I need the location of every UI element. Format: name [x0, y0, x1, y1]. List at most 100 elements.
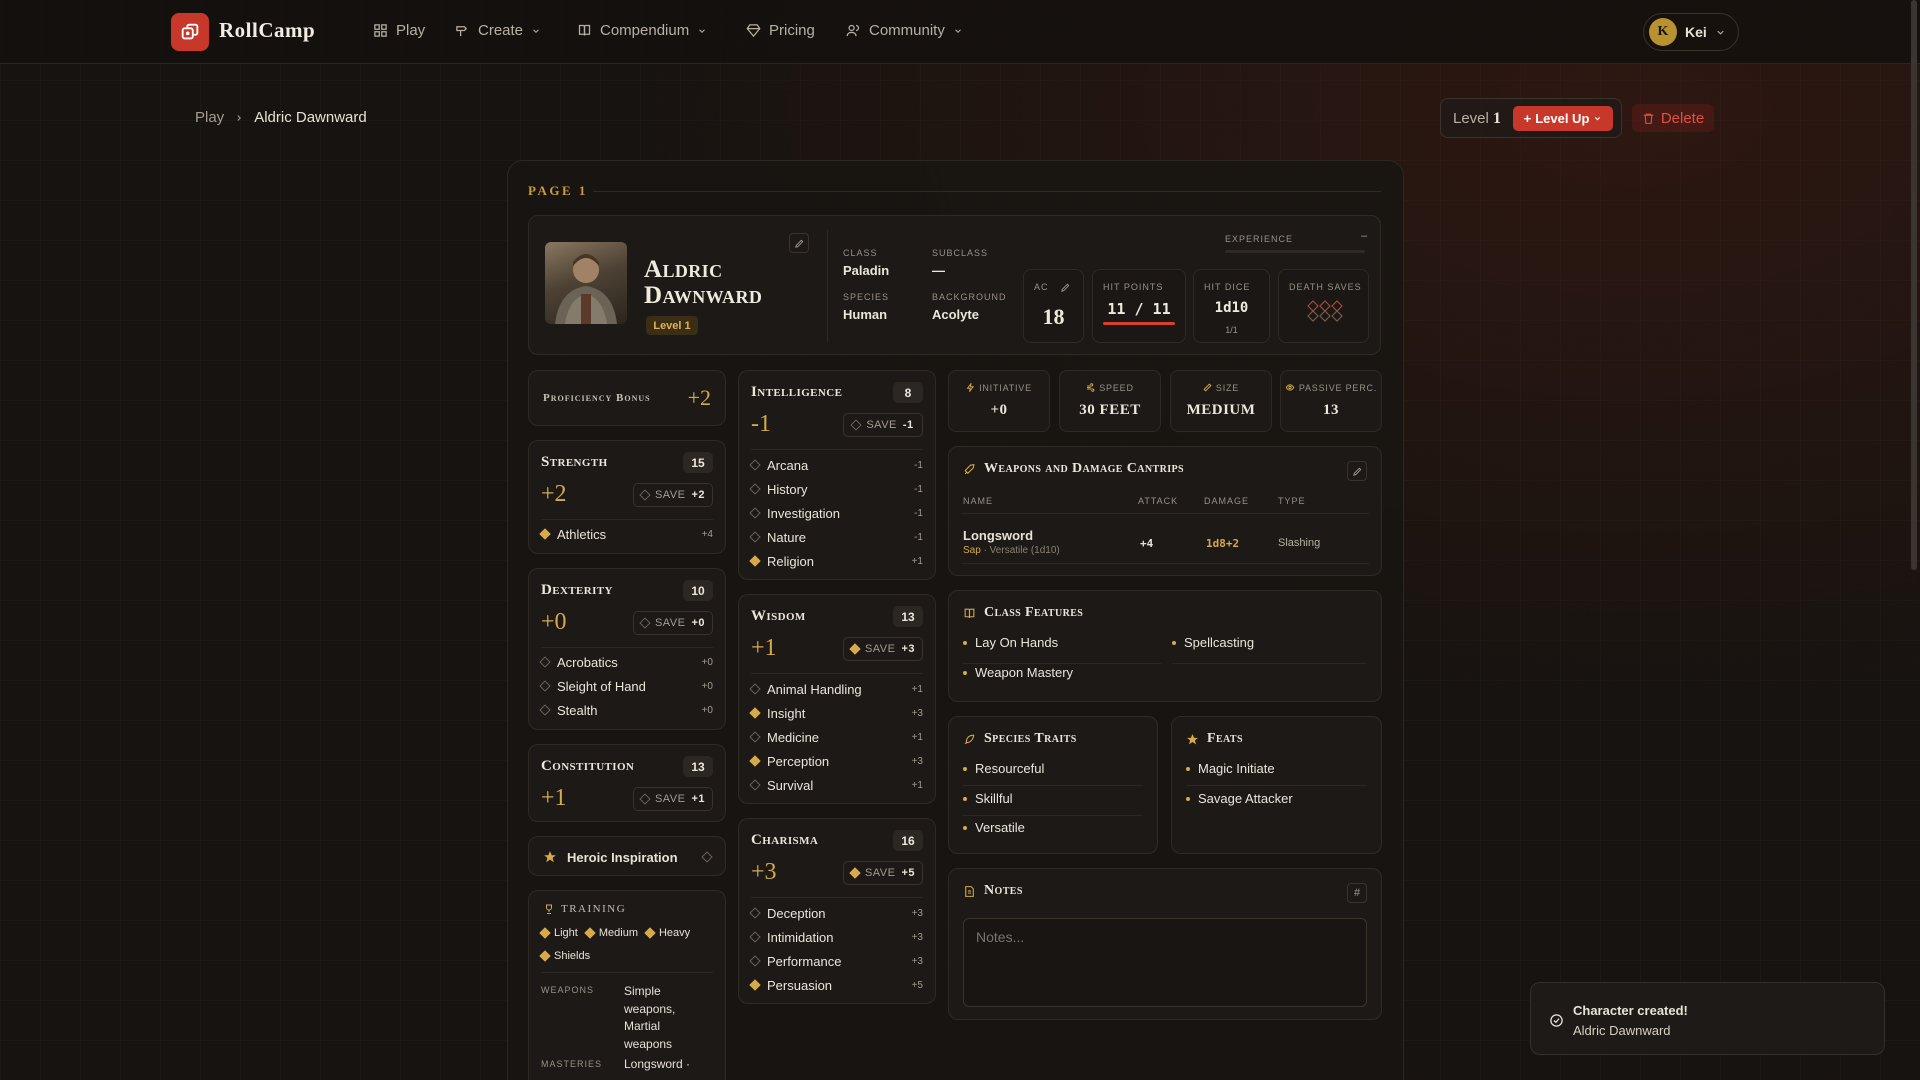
skill-insight[interactable]: Insight +3 [749, 703, 923, 723]
diamond-icon [584, 927, 596, 939]
skill-athletics[interactable]: Athletics +4 [539, 524, 713, 544]
wind-icon [1087, 383, 1095, 392]
level-label: Level 1 [1453, 110, 1501, 128]
speed-stat[interactable]: SPEED 30 FEET [1059, 370, 1161, 432]
save-toggle[interactable]: SAVE +1 [633, 787, 713, 811]
skill-religion[interactable]: Religion +1 [749, 551, 923, 571]
nav-play[interactable]: Play [373, 22, 425, 39]
diamond-icon [639, 617, 651, 629]
diamond-icon [749, 707, 761, 719]
skill-deception[interactable]: Deception +3 [749, 903, 923, 923]
death-saves-box[interactable]: DEATH SAVES [1278, 269, 1369, 343]
save-toggle[interactable]: SAVE +3 [843, 637, 923, 661]
skill-history[interactable]: History -1 [749, 479, 923, 499]
breadcrumb-play[interactable]: Play [195, 109, 224, 126]
diamond-icon [749, 755, 761, 767]
trait-versatile[interactable]: Versatile [963, 820, 1025, 835]
skill-survival[interactable]: Survival +1 [749, 775, 923, 795]
save-toggle[interactable]: SAVE +2 [633, 483, 713, 507]
skill-performance[interactable]: Performance +3 [749, 951, 923, 971]
skill-value: +3 [911, 755, 923, 767]
brand-name[interactable]: RollCamp [219, 18, 315, 43]
save-label: SAVE [864, 867, 896, 879]
feature-lay-on-hands[interactable]: Lay On Hands [963, 635, 1058, 650]
nav-compendium[interactable]: Compendium [577, 22, 707, 39]
experience-bar [1225, 250, 1365, 253]
weapon-proficiencies: Simple weapons, Martial weapons [624, 983, 675, 1053]
notes-title-text: Notes [984, 883, 1023, 898]
feats-title: Feats [1186, 731, 1243, 747]
skill-nature[interactable]: Nature -1 [749, 527, 923, 547]
feat-magic-initiate[interactable]: Magic Initiate [1186, 761, 1275, 776]
save-toggle[interactable]: SAVE +0 [633, 611, 713, 635]
logo-icon[interactable] [171, 13, 209, 51]
ability-name: Charisma [751, 832, 819, 848]
diamond-icon [539, 528, 551, 540]
nav-create[interactable]: Create [455, 22, 541, 39]
skill-animal-handling[interactable]: Animal Handling +1 [749, 679, 923, 699]
subclass-label: SUBCLASS [932, 248, 989, 258]
size-stat[interactable]: SIZE MEDIUM [1170, 370, 1272, 432]
user-menu[interactable]: K Kei [1643, 13, 1739, 51]
speed-value: 30 FEET [1079, 402, 1141, 418]
edit-name-button[interactable] [789, 233, 809, 253]
class-info: CLASS Paladin [843, 248, 889, 278]
edit-weapons-button[interactable] [1347, 461, 1367, 481]
level-up-button[interactable]: + Level Up [1513, 106, 1613, 131]
feature-label: Lay On Hands [975, 635, 1059, 650]
wisdom-card: Wisdom 13 +1 SAVE +3 Animal Handling +1 In… [738, 594, 936, 804]
skill-medicine[interactable]: Medicine +1 [749, 727, 923, 747]
background-label: BACKGROUND [932, 292, 1007, 302]
training-title: TRAINING [561, 903, 627, 915]
trait-resourceful[interactable]: Resourceful [963, 761, 1044, 776]
skill-stealth[interactable]: Stealth +0 [539, 700, 713, 720]
diamond-icon [849, 643, 861, 655]
character-portrait[interactable] [545, 242, 627, 324]
initiative-stat[interactable]: INITIATIVE +0 [948, 370, 1050, 432]
skill-arcana[interactable]: Arcana -1 [749, 455, 923, 475]
save-toggle[interactable]: SAVE +5 [843, 861, 923, 885]
skill-investigation[interactable]: Investigation -1 [749, 503, 923, 523]
table-row[interactable]: Longsword Sap · Versatile (1d10) +4 1d8+… [949, 513, 1381, 563]
passive-perception-stat[interactable]: PASSIVE PERC. 13 [1280, 370, 1382, 432]
feat-savage-attacker[interactable]: Savage Attacker [1186, 791, 1293, 806]
diamond-icon [749, 531, 761, 543]
skill-name: Performance [767, 953, 842, 969]
species-label: SPECIES [843, 292, 890, 302]
notes-card: Notes # [948, 868, 1382, 1020]
skill-intimidation[interactable]: Intimidation +3 [749, 927, 923, 947]
skill-perception[interactable]: Perception +3 [749, 751, 923, 771]
nav-community[interactable]: Community [846, 22, 963, 39]
level-control: Level 1 + Level Up [1440, 98, 1622, 138]
hit-points-box[interactable]: HIT POINTS 11 / 11 [1092, 269, 1186, 343]
divider [961, 563, 1369, 564]
masteries-label: MASTERIES [541, 1059, 603, 1069]
speed-label: SPEED [1060, 383, 1160, 393]
notes-input[interactable] [963, 918, 1367, 1007]
ability-score: 13 [683, 756, 713, 777]
save-toggle[interactable]: SAVE -1 [843, 413, 923, 437]
divider [1186, 785, 1367, 786]
heroic-inspiration-toggle[interactable]: Heroic Inspiration [528, 836, 726, 876]
markdown-toggle[interactable]: # [1347, 883, 1367, 903]
skill-sleight-of-hand[interactable]: Sleight of Hand +0 [539, 676, 713, 696]
armor-class-box[interactable]: AC 18 [1023, 269, 1084, 343]
feature-weapon-mastery[interactable]: Weapon Mastery [963, 665, 1073, 680]
initiative-value: +0 [990, 402, 1008, 418]
feature-spellcasting[interactable]: Spellcasting [1172, 635, 1254, 650]
pencil-icon[interactable] [1060, 282, 1071, 293]
skill-persuasion[interactable]: Persuasion +5 [749, 975, 923, 995]
hit-dice-box[interactable]: HIT DICE 1d10 1/1 [1193, 269, 1270, 343]
delete-button[interactable]: Delete [1632, 104, 1714, 132]
skill-acrobatics[interactable]: Acrobatics +0 [539, 652, 713, 672]
trait-skillful[interactable]: Skillful [963, 791, 1013, 806]
diamond-icon [701, 851, 713, 863]
toast-notification: Character created! Aldric Dawnward [1530, 982, 1885, 1055]
column-header-name: NAME [963, 496, 994, 506]
ability-modifier: +1 [751, 635, 777, 661]
death-saves-icon[interactable] [1307, 300, 1343, 322]
scrollbar[interactable] [1911, 0, 1917, 570]
sword-icon [964, 463, 975, 474]
nav-pricing[interactable]: Pricing [746, 22, 815, 39]
subclass-info: SUBCLASS — [932, 248, 988, 278]
